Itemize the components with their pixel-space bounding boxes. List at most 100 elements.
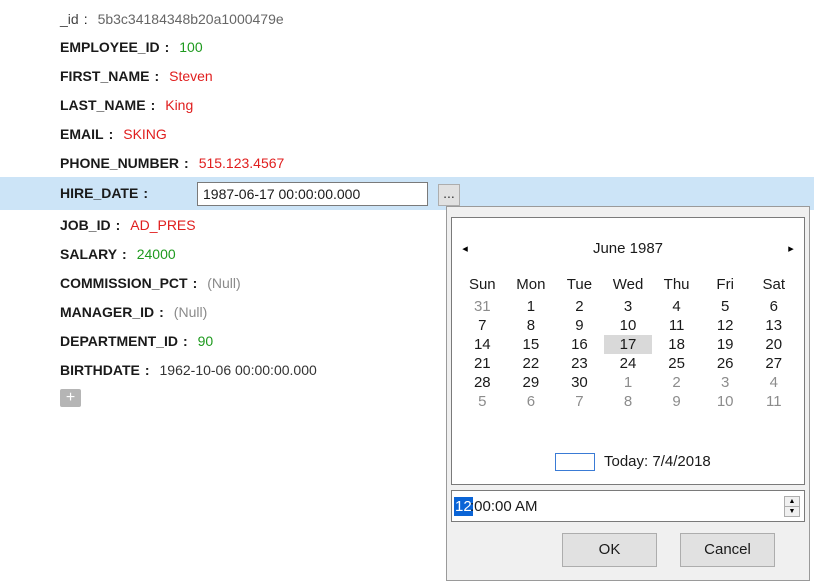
calendar-day[interactable]: 2 (555, 297, 604, 316)
ok-button[interactable]: OK (562, 533, 657, 567)
next-month-icon[interactable]: ▸ (784, 242, 798, 256)
calendar-day[interactable]: 1 (507, 297, 556, 316)
field-separator: : (108, 126, 114, 142)
calendar-week-row: 5 6 7 8 9 10 11 (458, 392, 798, 411)
calendar-day[interactable]: 6 (749, 297, 798, 316)
day-of-week-label: Thu (663, 276, 690, 293)
calendar-day[interactable]: 5 (458, 392, 507, 411)
field-value[interactable]: 515.123.4567 (199, 155, 285, 171)
field-separator: : (159, 304, 164, 320)
calendar-day[interactable]: 29 (507, 373, 556, 392)
calendar-day[interactable]: 28 (458, 373, 507, 392)
spin-up-icon[interactable]: ▲ (785, 497, 799, 507)
field-key: EMAIL (60, 126, 104, 142)
day-of-week-label: Sun (468, 276, 496, 293)
calendar-day[interactable]: 2 (652, 373, 701, 392)
field-separator: : (192, 275, 198, 291)
calendar-day[interactable]: 22 (507, 354, 556, 373)
calendar-day[interactable]: 16 (555, 335, 604, 354)
calendar-day[interactable]: 15 (507, 335, 556, 354)
time-input[interactable]: 12 :00:00 AM ▲ ▼ (451, 490, 805, 522)
calendar-day[interactable]: 8 (604, 392, 653, 411)
calendar-day[interactable]: 27 (749, 354, 798, 373)
calendar-day[interactable]: 7 (458, 316, 507, 335)
calendar-day[interactable]: 10 (604, 316, 653, 335)
field-value[interactable]: 1962-10-06 00:00:00.000 (160, 362, 317, 378)
field-key: PHONE_NUMBER (60, 155, 180, 171)
calendar-day[interactable]: 11 (652, 316, 701, 335)
calendar-day[interactable]: 12 (701, 316, 750, 335)
field-separator: : (83, 11, 88, 27)
field-key: JOB_ID (60, 217, 111, 233)
calendar-day[interactable]: 5 (701, 297, 750, 316)
calendar-day[interactable]: 4 (652, 297, 701, 316)
calendar-week-row: 7 8 9 10 11 12 13 (458, 316, 798, 335)
calendar-day[interactable]: 25 (652, 354, 701, 373)
calendar-day[interactable]: 30 (555, 373, 604, 392)
add-field-button[interactable]: + (60, 389, 81, 407)
month-title[interactable]: June 1987 (452, 240, 804, 257)
calendar-day[interactable]: 20 (749, 335, 798, 354)
field-email: EMAIL: SKING (60, 123, 167, 145)
calendar-day[interactable]: 18 (652, 335, 701, 354)
date-picker-popup: ◂ June 1987 ▸ Sun Mon Tue Wed Thu Fri Sa… (446, 206, 810, 581)
field-department-id: DEPARTMENT_ID:90 (60, 330, 213, 352)
field-separator: : (154, 68, 160, 84)
field-separator: : (144, 362, 150, 378)
calendar-day[interactable]: 19 (701, 335, 750, 354)
field-value[interactable]: Steven (169, 68, 213, 84)
field-separator: : (182, 333, 188, 349)
calendar-header: ◂ June 1987 ▸ (452, 238, 804, 262)
calendar-day[interactable]: 23 (555, 354, 604, 373)
field-first-name: FIRST_NAME: Steven (60, 65, 213, 87)
field-key: HIRE_DATE (60, 185, 139, 201)
calendar-day[interactable]: 14 (458, 335, 507, 354)
calendar-day[interactable]: 11 (749, 392, 798, 411)
time-spinner: ▲ ▼ (784, 496, 800, 517)
field-separator: : (184, 155, 189, 171)
date-picker-button[interactable]: ... (438, 184, 460, 206)
field-key: SALARY (60, 246, 118, 262)
field-value[interactable]: SKING (123, 126, 167, 142)
field-value[interactable]: 100 (179, 39, 202, 55)
calendar-day[interactable]: 24 (604, 354, 653, 373)
calendar-day[interactable]: 3 (701, 373, 750, 392)
field-value[interactable]: (Null) (207, 275, 240, 291)
field-value[interactable]: 24000 (137, 246, 176, 262)
field-value[interactable]: 90 (198, 333, 214, 349)
calendar-day[interactable]: 3 (604, 297, 653, 316)
spin-down-icon[interactable]: ▼ (785, 507, 799, 516)
field-key: MANAGER_ID (60, 304, 155, 320)
field-manager-id: MANAGER_ID: (Null) (60, 301, 207, 323)
calendar-day[interactable]: 9 (555, 316, 604, 335)
hire-date-input[interactable]: 1987-06-17 00:00:00.000 (197, 182, 428, 206)
field-value[interactable]: AD_PRES (130, 217, 195, 233)
calendar-day[interactable]: 8 (507, 316, 556, 335)
field-key: FIRST_NAME (60, 68, 150, 84)
field-salary: SALARY:24000 (60, 243, 176, 265)
today-label[interactable]: Today: 7/4/2018 (604, 451, 711, 473)
field-id: _id:5b3c34184348b20a1000479e (60, 8, 284, 30)
field-value[interactable]: 5b3c34184348b20a1000479e (98, 11, 284, 27)
calendar-day[interactable]: 26 (701, 354, 750, 373)
field-value[interactable]: (Null) (174, 304, 207, 320)
field-separator: : (122, 246, 127, 262)
calendar-day[interactable]: 17 (603, 335, 653, 354)
calendar-day[interactable]: 10 (701, 392, 750, 411)
day-of-week-label: Sat (762, 276, 786, 293)
calendar-day[interactable]: 9 (652, 392, 701, 411)
today-row[interactable]: Today: 7/4/2018 (452, 450, 804, 474)
calendar-day[interactable]: 21 (458, 354, 507, 373)
field-commission-pct: COMMISSION_PCT: (Null) (60, 272, 241, 294)
field-value[interactable]: King (165, 97, 193, 113)
field-key: LAST_NAME (60, 97, 146, 113)
cancel-button[interactable]: Cancel (680, 533, 775, 567)
days-of-week: Sun Mon Tue Wed Thu Fri Sat (458, 276, 798, 293)
calendar-day[interactable]: 31 (458, 297, 507, 316)
time-rest-segment[interactable]: :00:00 AM (470, 497, 538, 516)
calendar-day[interactable]: 1 (604, 373, 653, 392)
calendar-day[interactable]: 6 (507, 392, 556, 411)
calendar-day[interactable]: 13 (749, 316, 798, 335)
calendar-day[interactable]: 7 (555, 392, 604, 411)
calendar-day[interactable]: 4 (749, 373, 798, 392)
